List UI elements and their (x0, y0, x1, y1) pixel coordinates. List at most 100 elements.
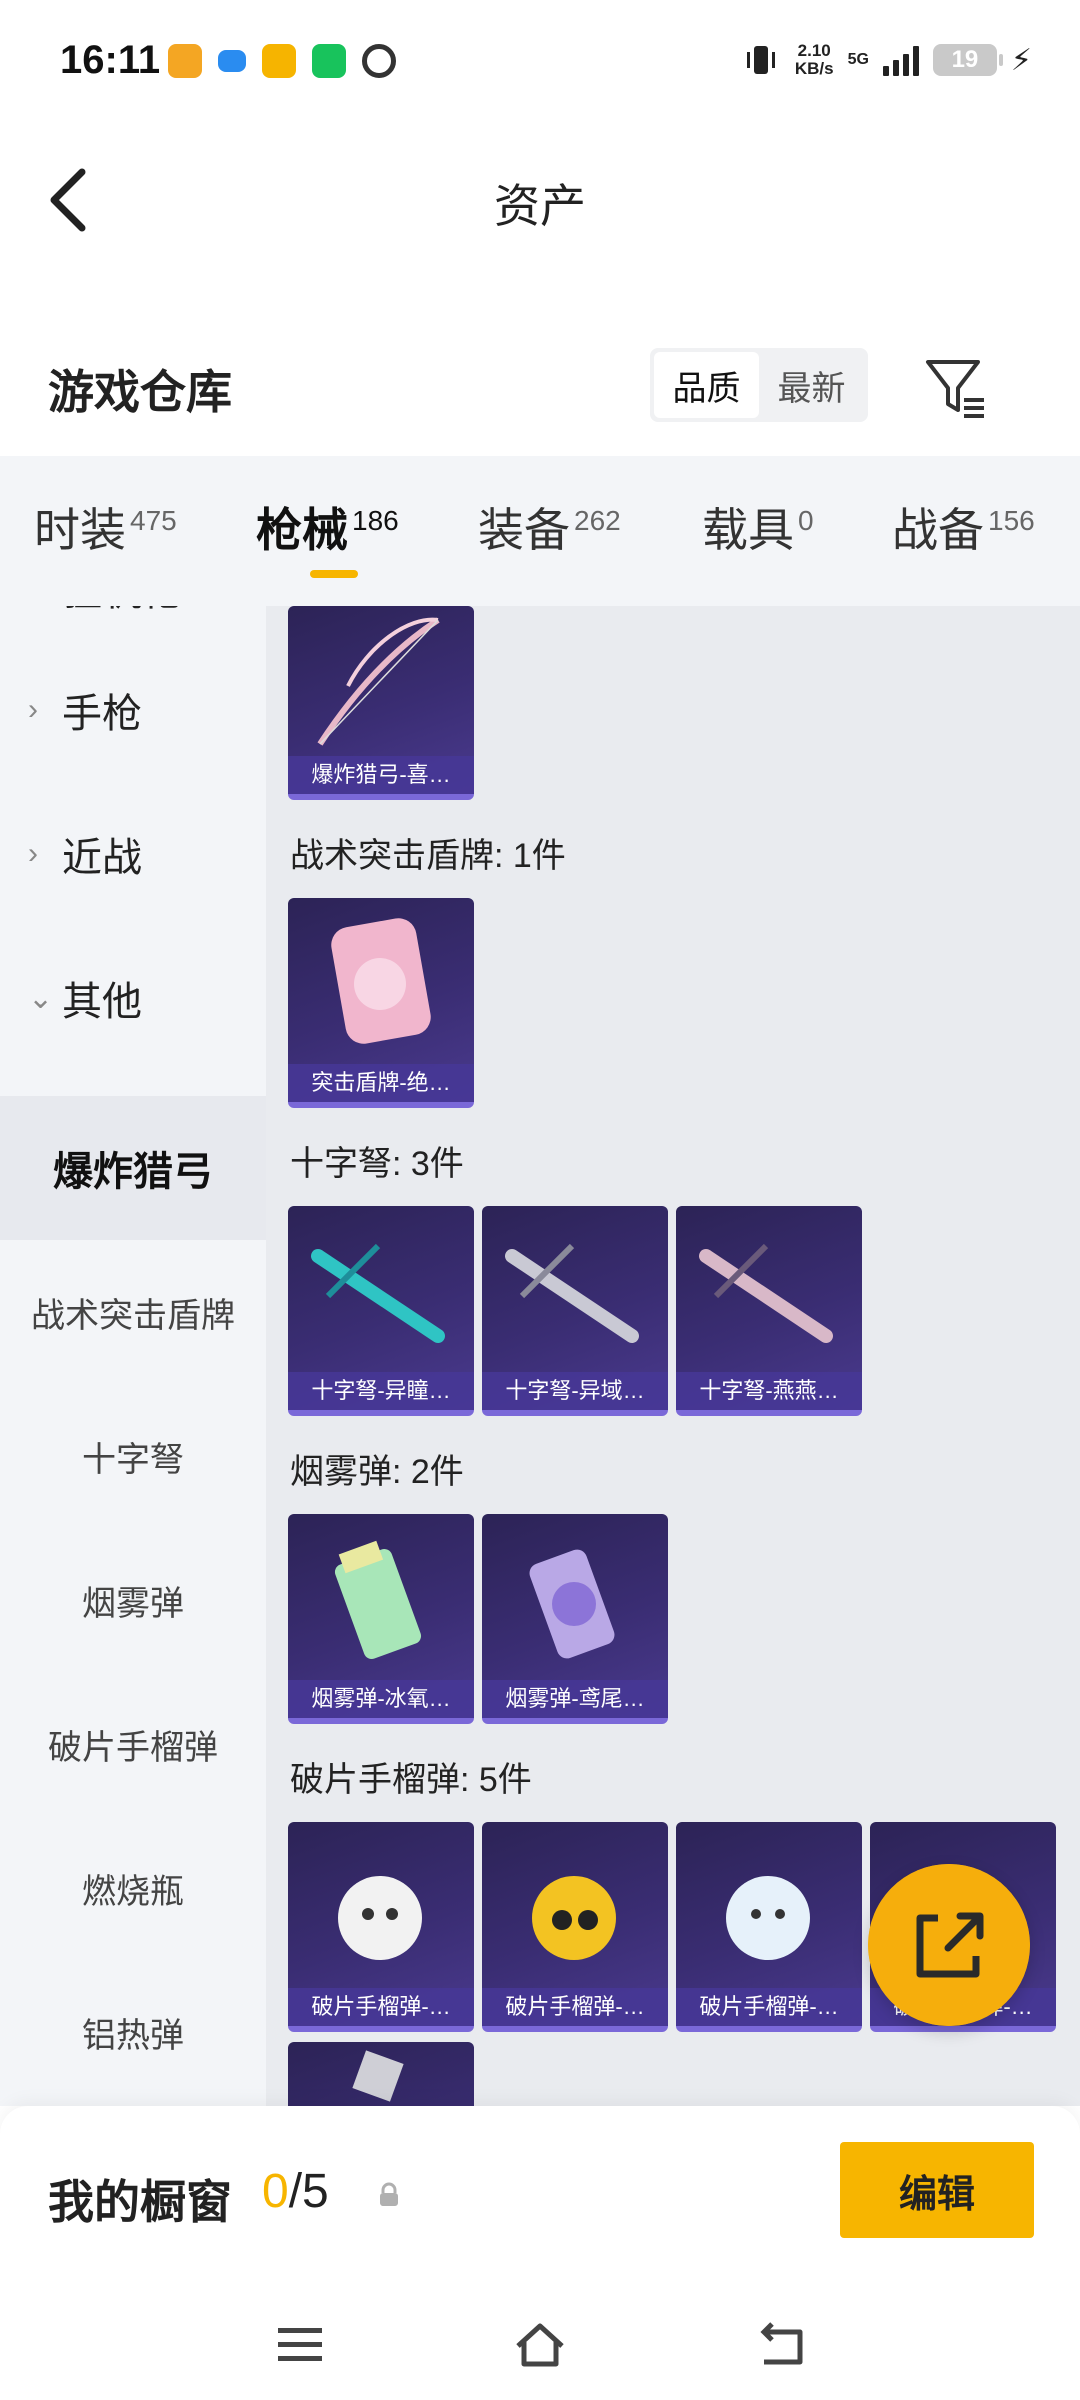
tab-count: 0 (798, 504, 814, 536)
sidebar-group-label: 近战 (62, 836, 142, 880)
tab-supplies[interactable]: 战备 156 (892, 494, 1035, 560)
app-notification-icon (362, 44, 396, 78)
tab-count: 156 (988, 504, 1035, 536)
item-name: 十字弩-异域… (482, 1372, 668, 1410)
chevron-right-icon: › (28, 837, 38, 870)
sidebar-item-explosive-bow[interactable]: 爆炸猎弓 (0, 1096, 266, 1240)
sidebar-group-label: 其他 (62, 980, 142, 1024)
page-title: 资产 (494, 180, 586, 232)
chevron-down-icon: ⌄ (28, 981, 54, 1015)
item-name: 爆炸猎弓-喜… (288, 756, 474, 794)
tab-equipment[interactable]: 装备 262 (478, 494, 621, 560)
active-tab-indicator (310, 570, 358, 578)
tab-count: 262 (574, 504, 621, 536)
tab-label: 时装 (34, 504, 126, 556)
crossbow-art (311, 1243, 445, 1343)
app-notification-icon (218, 50, 246, 72)
item-name: 破片手榴弹-… (288, 1988, 474, 2026)
shield-art (331, 918, 431, 1044)
item-card[interactable]: 烟雾弹-鸢尾… (482, 1514, 668, 1724)
item-card[interactable]: 十字弩-异瞳… (288, 1206, 474, 1416)
sort-newest-button[interactable]: 最新 (759, 352, 864, 418)
battery-icon: 19 (932, 44, 1003, 76)
item-card[interactable]: 十字弩-异域… (482, 1206, 668, 1416)
section-title: 破片手榴弹: 5件 (290, 1761, 532, 1799)
frag-grenade-art (352, 2050, 404, 2102)
sidebar-item-crossbow[interactable]: 十字弩 (0, 1384, 266, 1528)
tab-label: 装备 (478, 504, 570, 556)
net-speed: 2.10 KB/s (795, 42, 834, 78)
item-card[interactable]: 突击盾牌-绝… (288, 898, 474, 1108)
frag-grenade-art (338, 1876, 422, 1960)
item-name: 烟雾弹-鸢尾… (482, 1680, 668, 1718)
category-tabs: 时装 475 枪械 186 装备 262 载具 0 战备 156 (0, 456, 1080, 606)
sort-quality-button[interactable]: 品质 (654, 352, 759, 418)
item-name: 十字弩-燕燕… (676, 1372, 862, 1410)
filter-icon[interactable] (920, 352, 990, 422)
smoke-grenade-art (334, 1540, 422, 1659)
item-card[interactable]: 破片手榴弹-… (676, 1822, 862, 2032)
sidebar-item-thermite[interactable]: 铝热弹 (0, 1960, 266, 2104)
item-name: 烟雾弹-冰氧… (288, 1680, 474, 1718)
showcase-title: 我的橱窗 (48, 2176, 232, 2228)
item-name: 破片手榴弹-… (676, 1988, 862, 2026)
item-name: 十字弩-异瞳… (288, 1372, 474, 1410)
home-icon[interactable] (510, 2314, 570, 2374)
item-card[interactable]: 十字弩-燕燕… (676, 1206, 862, 1416)
chevron-right-icon: › (28, 693, 38, 726)
section-title: 烟雾弹: 2件 (290, 1453, 464, 1491)
edit-button[interactable]: 编辑 (840, 2142, 1034, 2238)
status-time: 16:11 (60, 38, 161, 82)
net-speed-value: 2.10 (797, 41, 831, 60)
sidebar-group-label: 狙机枪 (62, 606, 182, 617)
frag-grenade-art (532, 1876, 616, 1960)
tab-label: 载具 (702, 504, 794, 556)
app-notification-icon (262, 44, 296, 78)
section-title: 十字弩: 3件 (290, 1145, 464, 1183)
sidebar-item-smoke[interactable]: 烟雾弹 (0, 1528, 266, 1672)
signal-icon (882, 44, 919, 76)
showcase-count: 0/5 (262, 2164, 329, 2219)
showcase-panel: 我的橱窗 0/5 编辑 (0, 2106, 1080, 2296)
vibrate-icon (746, 46, 775, 74)
sort-toggle: 品质 最新 (650, 348, 868, 422)
notification-icons (168, 44, 396, 78)
item-card[interactable]: 破片手榴弹-… (288, 1822, 474, 2032)
tab-count: 186 (352, 504, 399, 536)
share-button[interactable] (868, 1864, 1030, 2026)
tab-vehicles[interactable]: 载具 0 (702, 494, 814, 560)
app-notification-icon (312, 44, 346, 78)
sidebar-item-molotov[interactable]: 燃烧瓶 (0, 1816, 266, 1960)
item-card[interactable]: 破片手榴弹-… (482, 1822, 668, 2032)
app-notification-icon (168, 44, 202, 78)
smoke-grenade-art (529, 1549, 615, 1659)
network-type: 5G (847, 51, 869, 68)
item-card[interactable]: 烟雾弹-冰氧… (288, 1514, 474, 1724)
section-title: 战术突击盾牌: 1件 (290, 837, 566, 875)
charging-icon: ⚡ (1010, 43, 1032, 77)
warehouse-title: 游戏仓库 (48, 366, 232, 418)
menu-icon[interactable] (270, 2314, 330, 2374)
sidebar-item-frag[interactable]: 破片手榴弹 (0, 1672, 266, 1816)
tab-firearms[interactable]: 枪械 186 (256, 494, 399, 560)
item-card[interactable]: 爆炸猎弓-喜… (288, 606, 474, 800)
item-name: 破片手榴弹-… (482, 1988, 668, 2026)
tab-count: 475 (130, 504, 177, 536)
tab-fashion[interactable]: 时装 475 (34, 494, 177, 560)
bow-art (317, 617, 440, 746)
back-nav-icon[interactable] (752, 2314, 812, 2374)
sidebar-group-melee[interactable]: › 近战 (0, 782, 266, 926)
crossbow-art (505, 1243, 639, 1343)
sidebar-group-other[interactable]: ⌄ 其他 (0, 926, 266, 1070)
tab-label: 枪械 (256, 504, 348, 556)
sidebar-group-label: 手枪 (62, 692, 142, 736)
status-bar: 16:11 2.10 KB/s 5G 19 ⚡ (0, 0, 1080, 120)
item-card[interactable] (288, 2042, 474, 2106)
sidebar-group-pistol[interactable]: › 手枪 (0, 638, 266, 782)
sidebar-item-tactical-shield[interactable]: 战术突击盾牌 (0, 1240, 266, 1384)
crossbow-art (699, 1243, 833, 1343)
tab-label: 战备 (892, 504, 984, 556)
sidebar: › 狙机枪 › 手枪 › 近战 ⌄其他 爆炸猎弓 战术突击盾牌 十字弩 烟雾弹 破片手… (0, 606, 266, 2106)
showcase-count-total: /5 (288, 2165, 329, 2218)
status-right: 2.10 KB/s 5G 19 ⚡ (741, 40, 1032, 80)
